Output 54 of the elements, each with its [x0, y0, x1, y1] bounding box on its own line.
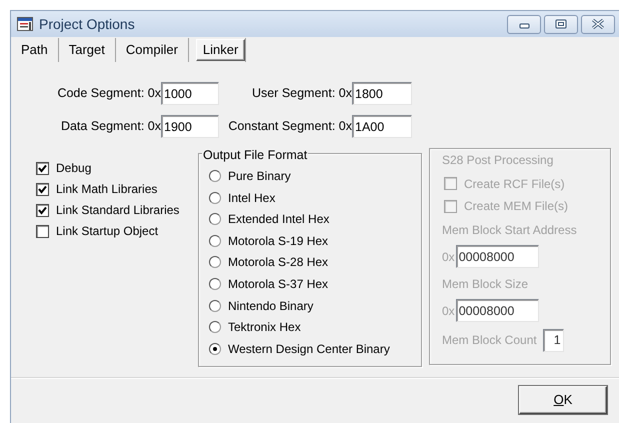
radio-button[interactable]	[209, 192, 221, 204]
radio-button[interactable]	[209, 170, 221, 182]
radio-label: Pure Binary	[228, 168, 291, 185]
close-button[interactable]	[581, 14, 615, 34]
hex-prefix: 0x	[442, 302, 455, 320]
radio-button[interactable]	[209, 278, 221, 290]
segment-field[interactable]: 1900	[161, 115, 219, 138]
radio-button[interactable]	[209, 213, 221, 226]
segment-label: User Segment: 0x	[250, 85, 352, 102]
group-title: S28 Post Processing	[442, 152, 554, 169]
checkbox-label: Link Standard Libraries	[56, 202, 180, 219]
radio-button[interactable]	[209, 342, 221, 355]
maximize-icon	[554, 19, 568, 29]
ok-button[interactable]: OK	[519, 386, 607, 414]
field-label: Mem Block Start Address	[442, 222, 578, 238]
checkbox-label: Create MEM File(s)	[464, 198, 568, 215]
radio-label: Nintendo Binary	[228, 298, 314, 315]
segment-field[interactable]: 1000	[161, 82, 219, 105]
hex-prefix: 0x	[442, 248, 455, 266]
field-label: Mem Block Count	[442, 332, 537, 349]
segment-label: Data Segment: 0x	[60, 118, 161, 136]
segment-field[interactable]: 1800	[352, 82, 412, 105]
tab[interactable]: Path	[11, 38, 59, 62]
radio-label: Intel Hex	[228, 190, 276, 207]
checkbox[interactable]	[36, 204, 49, 216]
radio-label: Motorola S-37 Hex	[228, 276, 328, 293]
minimize-button[interactable]	[507, 14, 541, 34]
app-icon	[17, 17, 33, 31]
tab[interactable]: Compiler	[116, 38, 189, 62]
radio-button[interactable]	[209, 234, 221, 247]
checkbox-label: Link Math Libraries	[56, 181, 158, 198]
checkbox-label: Link Startup Object	[56, 223, 158, 240]
radio-label: Tektronix Hex	[228, 319, 301, 336]
field-label: Mem Block Size	[442, 276, 530, 292]
maximize-button[interactable]	[544, 14, 578, 34]
checkbox[interactable]	[36, 162, 49, 174]
radio-button[interactable]	[209, 321, 221, 334]
radio-button[interactable]	[209, 300, 221, 312]
close-icon	[591, 19, 605, 29]
tab[interactable]: Target	[58, 38, 116, 62]
segment-label: Code Segment: 0x	[56, 85, 161, 102]
checkbox-label: Create RCF File(s)	[464, 176, 565, 192]
window-title: Project Options	[39, 14, 136, 34]
checkbox-label: Debug	[56, 160, 92, 177]
checkbox[interactable]	[36, 182, 49, 196]
radio-label: Western Design Center Binary	[228, 340, 390, 358]
radio-label: Motorola S-19 Hex	[228, 232, 328, 250]
radio-label: Motorola S-28 Hex	[228, 254, 328, 272]
radio-label: Extended Intel Hex	[228, 211, 330, 228]
segment-field[interactable]: 1A00	[352, 115, 412, 138]
tab[interactable]: Linker	[196, 39, 246, 61]
radio-button[interactable]	[209, 256, 221, 268]
segment-label: Constant Segment: 0x	[227, 118, 352, 136]
checkbox[interactable]	[36, 224, 49, 238]
